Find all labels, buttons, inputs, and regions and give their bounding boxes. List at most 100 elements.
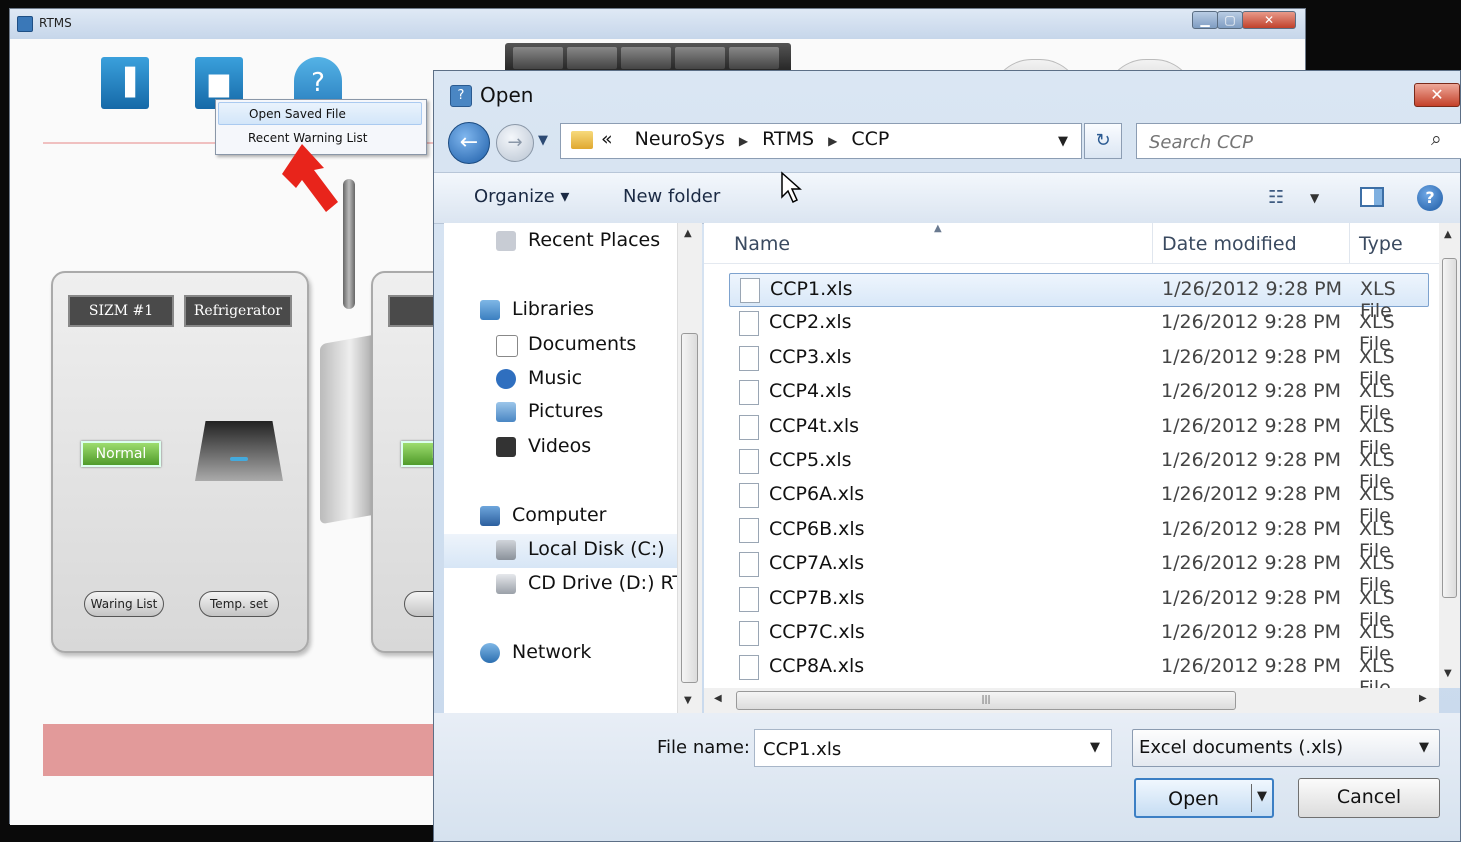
scroll-up-icon[interactable]: ▲ xyxy=(684,228,692,239)
nav-item-recent-places[interactable]: Recent Places xyxy=(444,225,677,259)
nav-item-pictures[interactable]: Pictures xyxy=(444,396,677,430)
breadcrumb-ccp[interactable]: CCP xyxy=(851,128,889,150)
status-band xyxy=(43,724,463,776)
file-row[interactable]: CCP8A.xls1/26/2012 9:28 PMXLS File xyxy=(729,651,1429,699)
scrollbar-thumb[interactable]: ||| xyxy=(736,691,1236,710)
xls-file-icon xyxy=(739,345,759,371)
close-button[interactable]: ✕ xyxy=(1242,11,1296,29)
back-button[interactable]: ← xyxy=(448,122,490,164)
column-header-name[interactable]: Name xyxy=(734,233,790,255)
nav-item-documents[interactable]: Documents xyxy=(444,329,677,363)
tool-strip-cell[interactable] xyxy=(621,47,671,69)
scrollbar-thumb[interactable] xyxy=(681,333,698,683)
tool-strip-cell[interactable] xyxy=(729,47,779,69)
dialog-close-button[interactable]: ✕ xyxy=(1414,83,1460,107)
breadcrumb-rtms[interactable]: RTMS xyxy=(762,128,814,150)
xls-file-icon xyxy=(739,517,759,543)
organize-button[interactable]: Organize ▾ xyxy=(474,186,569,207)
nav-item-computer[interactable]: Computer xyxy=(444,500,677,534)
nav-label: Computer xyxy=(512,504,607,526)
column-header-date[interactable]: Date modified xyxy=(1162,233,1297,255)
indicator-light xyxy=(230,457,248,461)
minimize-button[interactable]: ▁ xyxy=(1192,11,1218,29)
nav-label: Libraries xyxy=(512,298,595,320)
address-dropdown-icon[interactable]: ▼ xyxy=(1058,134,1068,149)
search-box[interactable]: ⌕ xyxy=(1136,123,1461,159)
file-row[interactable]: CCP1.xls 1/26/2012 9:28 PM XLS File xyxy=(729,273,1429,322)
open-button[interactable]: Open ▼ xyxy=(1134,778,1274,818)
xls-file-icon xyxy=(739,311,759,337)
tool-strip-cell[interactable] xyxy=(567,47,617,69)
file-type-dropdown-icon[interactable]: ▼ xyxy=(1419,740,1429,755)
temp-set-button[interactable]: Temp. set xyxy=(199,591,279,617)
nav-item-cd-drive[interactable]: CD Drive (D:) RTMS xyxy=(444,568,677,602)
file-list-vertical-scrollbar[interactable]: ▲ ▼ xyxy=(1439,223,1460,688)
file-row[interactable]: CCP4.xls 1/26/2012 9:28 PM XLS File xyxy=(729,376,1429,424)
column-divider[interactable] xyxy=(1349,223,1350,263)
file-list-horizontal-scrollbar[interactable]: ◀ ||| ▶ xyxy=(704,688,1439,713)
breadcrumb-overflow[interactable]: « xyxy=(601,128,613,150)
sensor-id-label: SIZM #1 xyxy=(68,295,174,327)
file-row[interactable]: CCP7A.xls 1/26/2012 9:28 PM XLS File xyxy=(729,548,1429,596)
file-row[interactable]: CCP4t.xls 1/26/2012 9:28 PM XLS File xyxy=(729,411,1429,459)
file-name: CCP4t.xls xyxy=(769,414,859,437)
nav-item-network[interactable]: Network xyxy=(444,637,677,671)
refresh-button[interactable]: ↻ xyxy=(1084,123,1122,159)
menu-item-open-saved-file[interactable]: Open Saved File xyxy=(218,102,422,125)
tool-strip-cell[interactable] xyxy=(675,47,725,69)
sensor-location-label: Refrigerator xyxy=(184,295,292,327)
new-folder-button[interactable]: New folder xyxy=(623,186,720,207)
scroll-left-icon[interactable]: ◀ xyxy=(714,693,722,704)
warning-list-button[interactable]: Waring List xyxy=(84,591,164,617)
search-input[interactable] xyxy=(1147,128,1421,156)
breadcrumb-separator-icon[interactable]: ▶ xyxy=(739,134,748,148)
device-tool-button[interactable]: ▐ xyxy=(101,57,149,109)
file-name-combobox[interactable]: ▼ xyxy=(754,729,1112,767)
nav-item-videos[interactable]: Videos xyxy=(444,431,677,465)
file-name-dropdown-icon[interactable]: ▼ xyxy=(1090,740,1100,755)
scroll-down-icon[interactable]: ▼ xyxy=(1444,668,1452,679)
nav-item-libraries[interactable]: Libraries xyxy=(444,294,677,328)
maximize-button[interactable]: ▢ xyxy=(1217,11,1243,29)
videos-icon xyxy=(496,437,516,457)
nav-item-local-disk[interactable]: Local Disk (C:) xyxy=(444,534,677,568)
forward-button[interactable]: → xyxy=(496,124,534,162)
file-type-select[interactable]: Excel documents (.xls) ▼ xyxy=(1132,729,1440,767)
sort-ascending-icon: ▲ xyxy=(934,223,942,234)
scrollbar-thumb[interactable] xyxy=(1442,258,1457,598)
tool-strip-cell[interactable] xyxy=(513,47,563,69)
column-divider[interactable] xyxy=(1152,223,1153,263)
help-icon[interactable]: ? xyxy=(1417,185,1443,211)
column-header-type[interactable]: Type xyxy=(1359,233,1403,255)
file-row[interactable]: CCP2.xls 1/26/2012 9:28 PM XLS File xyxy=(729,307,1429,355)
file-row[interactable]: CCP6A.xls 1/26/2012 9:28 PM XLS File xyxy=(729,479,1429,527)
cancel-button[interactable]: Cancel xyxy=(1298,778,1440,818)
address-bar[interactable]: « NeuroSys ▶ RTMS ▶ CCP ▼ xyxy=(560,123,1082,159)
file-row[interactable]: CCP6B.xls 1/26/2012 9:28 PM XLS File xyxy=(729,514,1429,562)
file-row[interactable]: CCP7B.xls 1/26/2012 9:28 PM XLS File xyxy=(729,583,1429,631)
breadcrumb-neurosys[interactable]: NeuroSys xyxy=(635,128,725,150)
view-dropdown-icon[interactable]: ▼ xyxy=(1310,191,1319,205)
scroll-down-icon[interactable]: ▼ xyxy=(684,695,692,706)
file-date-modified: 1/26/2012 9:28 PM xyxy=(1161,552,1342,575)
search-icon[interactable]: ⌕ xyxy=(1431,128,1442,150)
music-icon xyxy=(496,369,516,389)
file-row[interactable]: CCP5.xls 1/26/2012 9:28 PM XLS File xyxy=(729,445,1429,493)
view-options-icon[interactable]: ☷ xyxy=(1268,187,1284,208)
scroll-up-icon[interactable]: ▲ xyxy=(1444,229,1452,240)
xls-file-icon xyxy=(739,380,759,406)
pictures-icon xyxy=(496,402,516,422)
scroll-right-icon[interactable]: ▶ xyxy=(1419,693,1427,704)
file-row[interactable]: CCP7C.xls 1/26/2012 9:28 PM XLS File xyxy=(729,617,1429,665)
preview-pane-icon[interactable] xyxy=(1360,187,1384,207)
nav-item-music[interactable]: Music xyxy=(444,363,677,397)
breadcrumb-separator-icon[interactable]: ▶ xyxy=(828,134,837,148)
open-options-dropdown-icon[interactable]: ▼ xyxy=(1257,789,1267,804)
file-row[interactable]: CCP3.xls 1/26/2012 9:28 PM XLS File xyxy=(729,342,1429,390)
rtms-title-bar[interactable]: RTMS ▁ ▢ ✕ xyxy=(10,9,1305,40)
status-badge: Normal xyxy=(81,441,161,467)
navigation-scrollbar[interactable]: ▲ ▼ xyxy=(677,223,702,713)
file-name: CCP3.xls xyxy=(769,345,852,368)
file-name-input[interactable] xyxy=(761,736,1075,762)
recent-pages-dropdown[interactable]: ▼ xyxy=(538,133,548,148)
